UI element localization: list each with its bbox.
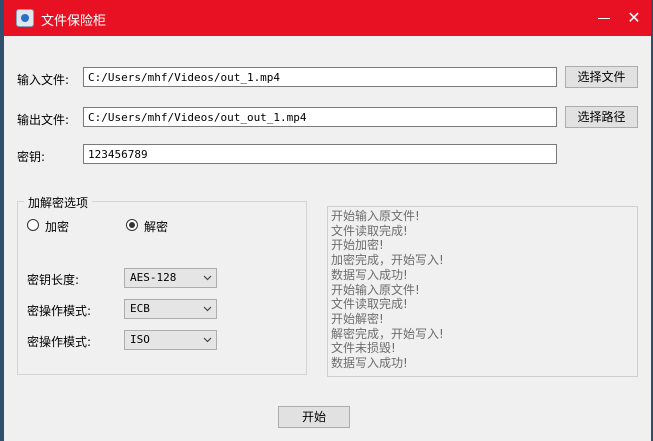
log-line: 加密完成，开始写入! — [331, 253, 444, 268]
log-line: 解密完成，开始写入! — [331, 326, 444, 341]
main-window: 文件保险柜 ✕ 输入文件: 选择文件 输出文件: 选择路径 密钥: 加解密选项 … — [4, 0, 651, 441]
key-field[interactable] — [83, 144, 557, 164]
decrypt-label[interactable]: 解密 — [144, 218, 168, 235]
key-length-label: 密钥长度: — [27, 273, 80, 287]
encrypt-label[interactable]: 加密 — [45, 218, 69, 235]
close-icon[interactable]: ✕ — [620, 6, 648, 30]
choose-file-button[interactable]: 选择文件 — [565, 66, 638, 88]
title-bar[interactable]: 文件保险柜 ✕ — [4, 0, 651, 36]
log-line: 开始加密! — [331, 238, 384, 253]
input-file-field[interactable] — [83, 67, 557, 87]
minimize-icon[interactable] — [590, 6, 618, 30]
key-label: 密钥: — [17, 150, 46, 164]
mode-label: 密操作模式: — [27, 304, 92, 318]
mode-value: ECB — [130, 302, 150, 315]
options-group-title: 加解密选项 — [24, 194, 93, 211]
key-length-select[interactable]: AES-128 — [124, 268, 217, 288]
chevron-down-icon — [203, 337, 212, 343]
log-line: 开始输入原文件! — [331, 209, 420, 223]
mode-select[interactable]: ECB — [124, 299, 217, 319]
start-button[interactable]: 开始 — [278, 406, 350, 428]
output-file-field[interactable] — [83, 107, 557, 127]
choose-path-button[interactable]: 选择路径 — [565, 106, 638, 128]
log-line: 开始解密! — [331, 311, 384, 326]
input-file-label: 输入文件: — [17, 73, 70, 87]
key-length-value: AES-128 — [130, 271, 177, 284]
padding-select[interactable]: ISO — [124, 330, 217, 350]
encrypt-radio[interactable] — [27, 219, 39, 231]
app-icon — [16, 9, 34, 27]
output-file-label: 输出文件: — [17, 113, 70, 127]
log-line: 文件读取完成! — [331, 223, 408, 238]
chevron-down-icon — [203, 306, 212, 312]
log-line: 文件未损毁! — [331, 341, 396, 356]
padding-value: ISO — [130, 333, 150, 346]
log-line: 文件读取完成! — [331, 297, 408, 312]
chevron-down-icon — [203, 275, 212, 281]
log-line: 开始输入原文件! — [331, 282, 420, 297]
log-line: 数据写入成功! — [331, 267, 408, 282]
decrypt-radio[interactable] — [126, 219, 138, 231]
log-output[interactable]: 开始输入原文件! 文件读取完成! 开始加密! 加密完成，开始写入! 数据写入成功… — [327, 206, 638, 377]
log-line: 数据写入成功! — [331, 356, 408, 371]
window-title: 文件保险柜 — [41, 14, 107, 29]
padding-label: 密操作模式: — [27, 335, 92, 349]
